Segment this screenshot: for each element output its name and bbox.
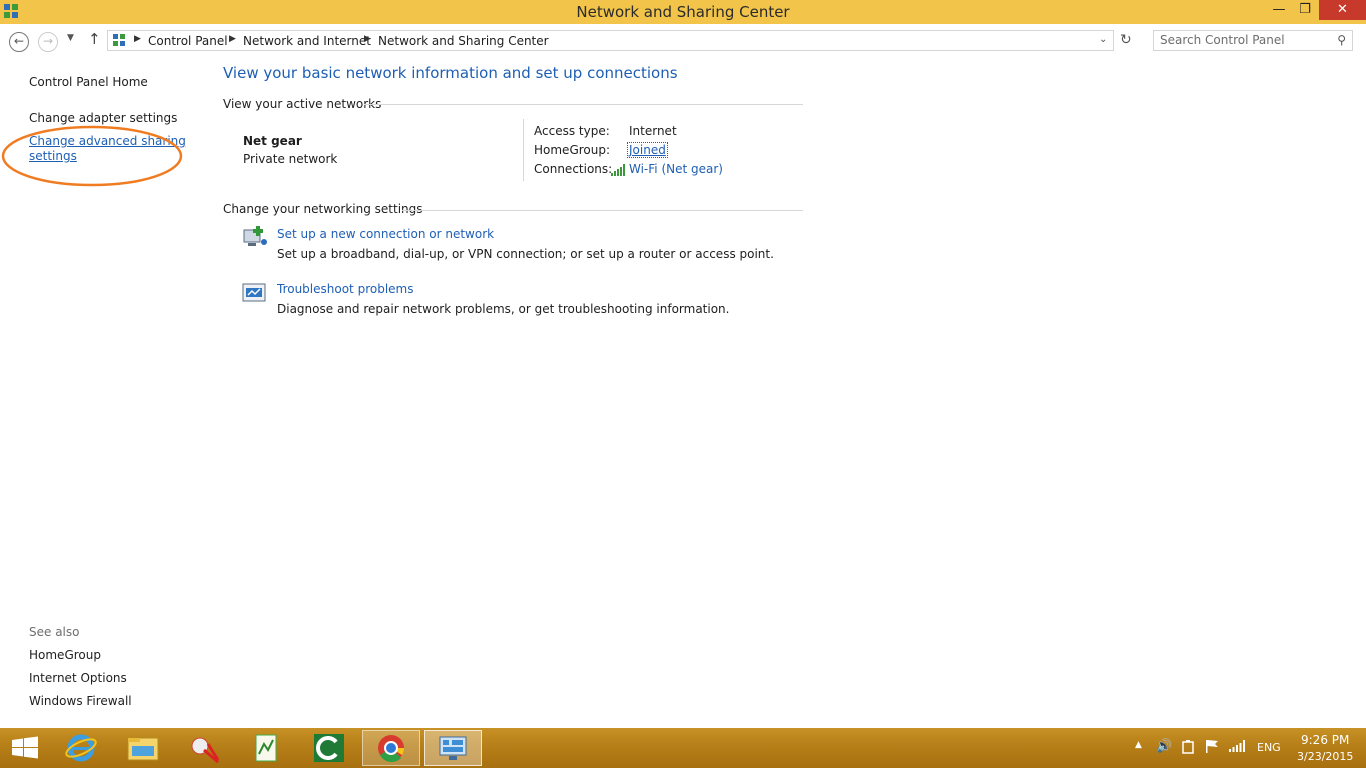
breadcrumb-network-and-sharing-center[interactable]: Network and Sharing Center bbox=[378, 34, 549, 48]
breadcrumb-separator-icon[interactable]: ▶ bbox=[364, 34, 371, 44]
wifi-signal-icon bbox=[611, 164, 625, 179]
start-windows-icon[interactable] bbox=[0, 730, 50, 766]
access-type-label: Access type: bbox=[534, 124, 610, 138]
troubleshoot-link[interactable]: Troubleshoot problems bbox=[277, 282, 413, 296]
snipping-tool-icon[interactable] bbox=[178, 730, 232, 766]
close-button[interactable]: ✕ bbox=[1319, 0, 1366, 20]
divider bbox=[364, 104, 803, 105]
recent-locations-chevron-icon[interactable]: ▼ bbox=[67, 33, 74, 43]
control-panel-home-link[interactable]: Control Panel Home bbox=[29, 75, 148, 89]
internet-explorer-icon[interactable] bbox=[54, 730, 108, 766]
taskbar: ▲ 🔊 ENG 9:26 PM 3/23/2015 bbox=[0, 728, 1366, 768]
minimize-button[interactable]: — bbox=[1266, 0, 1292, 20]
breadcrumb-control-panel[interactable]: Control Panel bbox=[148, 34, 228, 48]
file-explorer-icon[interactable] bbox=[116, 730, 170, 766]
annotation-ellipse bbox=[1, 125, 183, 187]
homegroup-label: HomeGroup: bbox=[534, 143, 611, 157]
network-name: Net gear bbox=[243, 134, 302, 148]
homegroup-link[interactable]: HomeGroup bbox=[29, 648, 101, 662]
camtasia-icon[interactable] bbox=[302, 730, 356, 766]
connections-label: Connections: bbox=[534, 162, 613, 176]
window-title: Network and Sharing Center bbox=[576, 3, 790, 21]
clock-date[interactable]: 3/23/2015 bbox=[1297, 750, 1353, 763]
change-settings-label: Change your networking settings bbox=[223, 202, 423, 216]
search-placeholder: Search Control Panel bbox=[1160, 33, 1285, 47]
see-also-label: See also bbox=[29, 625, 80, 639]
divider bbox=[402, 210, 803, 211]
breadcrumb-network-and-internet[interactable]: Network and Internet bbox=[243, 34, 371, 48]
chrome-icon[interactable] bbox=[362, 730, 420, 766]
battery-icon[interactable] bbox=[1181, 740, 1195, 757]
wifi-connection-link[interactable]: Wi-Fi (Net gear) bbox=[629, 162, 723, 176]
page-title: View your basic network information and … bbox=[223, 64, 678, 82]
notepad-plus-plus-icon[interactable] bbox=[240, 730, 294, 766]
change-adapter-settings-link[interactable]: Change adapter settings bbox=[29, 111, 177, 125]
control-panel-icon bbox=[113, 34, 126, 50]
address-dropdown-chevron-icon[interactable]: ⌄ bbox=[1099, 34, 1107, 45]
active-networks-label: View your active networks bbox=[223, 97, 382, 111]
access-type-value: Internet bbox=[629, 124, 677, 138]
title-bar[interactable]: Network and Sharing Center — ❐ ✕ bbox=[0, 0, 1366, 24]
input-language-indicator[interactable]: ENG bbox=[1257, 741, 1281, 754]
volume-icon[interactable]: 🔊 bbox=[1156, 739, 1172, 754]
forward-button[interactable]: → bbox=[38, 32, 58, 52]
network-type: Private network bbox=[243, 152, 338, 166]
network-sharing-center-taskbar-icon[interactable] bbox=[424, 730, 482, 766]
restore-button[interactable]: ❐ bbox=[1292, 0, 1318, 20]
address-bar[interactable]: ▶ Control Panel ▶ Network and Internet ▶… bbox=[107, 30, 1114, 51]
clock-time[interactable]: 9:26 PM bbox=[1301, 733, 1349, 747]
setup-connection-link[interactable]: Set up a new connection or network bbox=[277, 227, 494, 241]
search-icon[interactable]: ⚲ bbox=[1337, 31, 1346, 50]
troubleshoot-description: Diagnose and repair network problems, or… bbox=[277, 302, 730, 316]
breadcrumb-separator-icon[interactable]: ▶ bbox=[229, 34, 236, 44]
troubleshoot-icon bbox=[242, 283, 266, 306]
internet-options-link[interactable]: Internet Options bbox=[29, 671, 127, 685]
refresh-icon[interactable]: ↻ bbox=[1120, 32, 1132, 48]
breadcrumb-separator-icon[interactable]: ▶ bbox=[134, 34, 141, 44]
new-connection-icon bbox=[242, 226, 268, 251]
up-arrow-icon[interactable]: ↑ bbox=[88, 30, 101, 48]
action-center-flag-icon[interactable] bbox=[1205, 739, 1219, 756]
show-hidden-icons-icon[interactable]: ▲ bbox=[1135, 740, 1142, 750]
back-button[interactable]: ← bbox=[9, 32, 29, 52]
search-input[interactable]: Search Control Panel ⚲ bbox=[1153, 30, 1353, 51]
homegroup-joined-link[interactable]: Joined bbox=[627, 142, 668, 158]
windows-firewall-link[interactable]: Windows Firewall bbox=[29, 694, 132, 708]
setup-connection-description: Set up a broadband, dial-up, or VPN conn… bbox=[277, 247, 774, 261]
divider bbox=[523, 119, 524, 181]
network-signal-icon[interactable] bbox=[1229, 740, 1245, 755]
